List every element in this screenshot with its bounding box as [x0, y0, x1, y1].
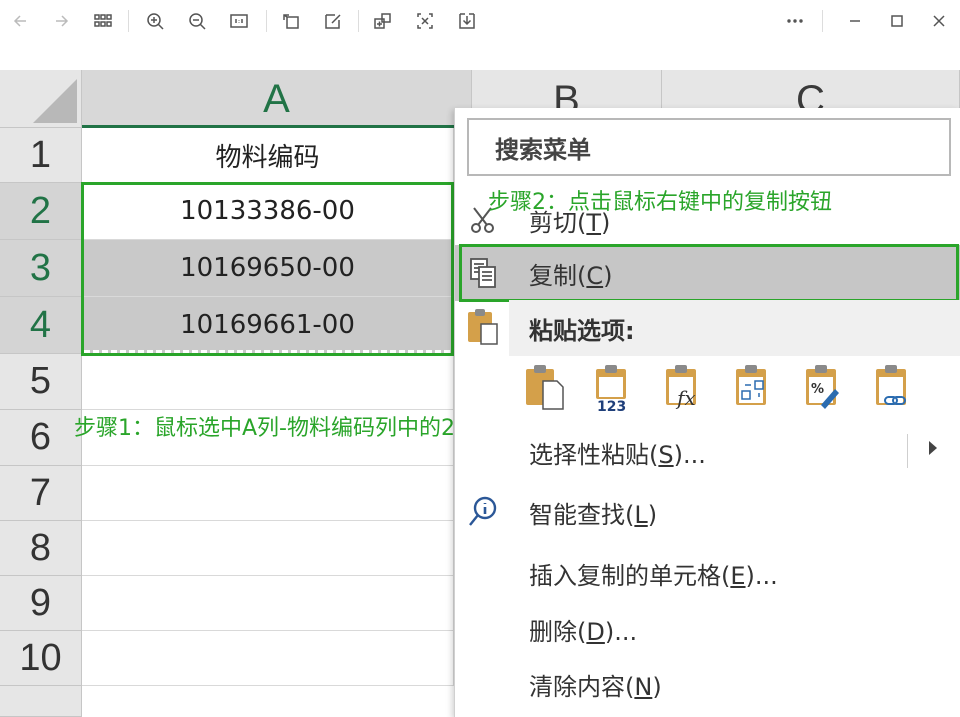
- selection-range-box: [81, 182, 454, 356]
- grid-view-icon[interactable]: [88, 6, 118, 36]
- ocr-icon[interactable]: [410, 6, 440, 36]
- maximize-icon[interactable]: [882, 6, 912, 36]
- minimize-icon[interactable]: [840, 6, 870, 36]
- menu-item-insert-copied-cells[interactable]: 插入复制的单元格(E)...: [455, 545, 960, 601]
- menu-search-input[interactable]: 搜索菜单: [467, 118, 951, 176]
- back-icon[interactable]: [6, 6, 36, 36]
- row-header-2[interactable]: 2: [0, 183, 82, 240]
- row-header-3[interactable]: 3: [0, 240, 82, 297]
- row-header-4[interactable]: 4: [0, 297, 82, 354]
- paste-options-header: 粘贴选项:: [509, 300, 960, 356]
- forward-icon[interactable]: [46, 6, 76, 36]
- cell-a7[interactable]: [82, 466, 454, 521]
- menu-item-delete[interactable]: 删除(D)...: [455, 601, 960, 657]
- viewer-toolbar: [0, 0, 960, 42]
- cell-a5[interactable]: [82, 354, 454, 410]
- paste-options-label: 粘贴选项:: [529, 316, 635, 345]
- more-icon[interactable]: [780, 6, 810, 36]
- row-header-5[interactable]: 5: [0, 354, 82, 410]
- row-header-10[interactable]: 10: [0, 631, 82, 686]
- annotation-step-2: 步骤2：点击鼠标右键中的复制按钮: [488, 190, 832, 215]
- toolbar-spacer: [0, 42, 960, 70]
- cell-a8[interactable]: [82, 521, 454, 576]
- paste-icon[interactable]: [523, 363, 567, 413]
- cell-a10[interactable]: [82, 631, 454, 686]
- row-header-11[interactable]: [0, 686, 82, 717]
- toolbar-separator: [822, 10, 823, 32]
- toolbar-separator: [358, 10, 359, 32]
- rotate-icon[interactable]: [276, 6, 306, 36]
- smart-lookup-icon: [463, 490, 503, 534]
- select-all-corner[interactable]: [0, 70, 82, 128]
- paste-formulas-icon[interactable]: fx: [663, 363, 707, 413]
- svg-text:fx: fx: [675, 386, 696, 410]
- menu-item-delete-label: 删除(D)...: [529, 617, 638, 646]
- paste-options-row: 123 fx %: [523, 363, 943, 413]
- row-header-6[interactable]: 6: [0, 410, 82, 466]
- menu-item-clear-contents[interactable]: 清除内容(N): [455, 656, 960, 712]
- menu-item-smart-lookup-label: 智能查找(L): [529, 500, 658, 529]
- svg-text:%: %: [811, 382, 824, 397]
- annotation-step-1: 步骤1：鼠标选中A列-物料编码列中的2-4行: [74, 416, 499, 441]
- column-header-a[interactable]: A: [82, 70, 472, 128]
- toolbar-separator: [266, 10, 267, 32]
- cell-a1[interactable]: 物料编码: [82, 128, 454, 183]
- select-all-triangle: [33, 79, 77, 123]
- cell-a9[interactable]: [82, 576, 454, 631]
- paste-formatting-icon[interactable]: %: [803, 363, 847, 413]
- submenu-separator: [907, 434, 908, 468]
- menu-item-clear-contents-label: 清除内容(N): [529, 672, 662, 701]
- toolbar-separator: [128, 10, 129, 32]
- row-header-9[interactable]: 9: [0, 576, 82, 631]
- paste-section-icon: [463, 304, 503, 348]
- download-icon[interactable]: [452, 6, 482, 36]
- row-header-1[interactable]: 1: [0, 128, 82, 183]
- copy-highlight-box: [459, 244, 959, 302]
- paste-transpose-icon[interactable]: [733, 363, 777, 413]
- svg-text:123: 123: [597, 399, 626, 413]
- row-header-8[interactable]: 8: [0, 521, 82, 576]
- menu-item-smart-lookup[interactable]: 智能查找(L): [455, 484, 960, 540]
- close-icon[interactable]: [924, 6, 954, 36]
- edit-icon[interactable]: [318, 6, 348, 36]
- menu-item-insert-copied-cells-label: 插入复制的单元格(E)...: [529, 561, 778, 590]
- zoom-in-icon[interactable]: [140, 6, 170, 36]
- zoom-out-icon[interactable]: [182, 6, 212, 36]
- copy-marquee-bottom: [84, 350, 450, 353]
- chevron-right-icon[interactable]: [929, 441, 937, 455]
- crop-icon[interactable]: [368, 6, 398, 36]
- menu-item-paste-special-label: 选择性粘贴(S)...: [529, 440, 706, 469]
- menu-item-paste-special[interactable]: 选择性粘贴(S)...: [455, 424, 960, 480]
- paste-link-icon[interactable]: [873, 363, 917, 413]
- row-header-7[interactable]: 7: [0, 466, 82, 521]
- copy-marquee-top: [84, 185, 450, 188]
- paste-values-icon[interactable]: 123: [593, 363, 637, 413]
- actual-size-icon[interactable]: [224, 6, 254, 36]
